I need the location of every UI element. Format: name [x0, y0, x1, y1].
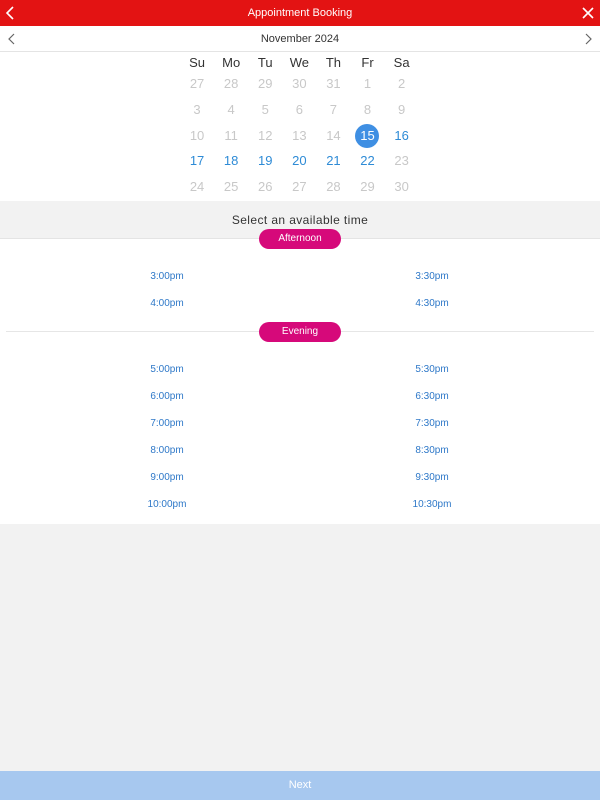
calendar-week: 17 18 19 20 21 22 23 [180, 151, 419, 171]
calendar-day: 23 [394, 153, 409, 168]
time-slot[interactable]: 5:30pm [392, 363, 472, 377]
close-icon[interactable] [580, 5, 596, 21]
time-slot[interactable]: 3:00pm [127, 270, 207, 284]
time-slot[interactable]: 6:30pm [392, 390, 472, 404]
calendar-day[interactable]: 16 [385, 126, 419, 146]
time-prompt: Select an available time [231, 213, 369, 227]
calendar-day: 30 [394, 179, 409, 194]
calendar-week: 27 28 29 30 31 1 2 [180, 74, 419, 94]
weekday-label: Tu [257, 55, 273, 70]
calendar-grid: Su Mo Tu We Th Fr Sa 27 28 29 30 31 1 2 3 4 5 6 7 8 9 10 11 12 1… [0, 52, 600, 201]
calendar-day: 31 [326, 76, 341, 91]
time-slot[interactable]: 6:00pm [127, 390, 207, 404]
weekday-label: We [289, 55, 309, 70]
weekday-label: Fr [361, 55, 374, 70]
calendar-day: 12 [258, 128, 273, 143]
time-slot[interactable]: 8:00pm [127, 444, 207, 458]
time-slot[interactable]: 7:00pm [127, 417, 207, 431]
calendar-day: 27 [292, 179, 307, 194]
time-slot[interactable]: 7:30pm [392, 417, 472, 431]
calendar-day: 25 [223, 179, 239, 194]
time-slot[interactable]: 8:30pm [392, 444, 472, 458]
weekday-label: Su [189, 55, 205, 70]
calendar-day: 24 [189, 179, 205, 194]
time-slots-panel: Afternoon 3:00pm 3:30pm 4:00pm 4:30pm Evening… [0, 229, 600, 524]
calendar-day: 10 [189, 128, 205, 143]
calendar-day: 28 [326, 179, 341, 194]
month-navigation: November 2024 [0, 26, 600, 52]
calendar-day: 14 [326, 128, 341, 143]
calendar-day: 28 [223, 76, 239, 91]
time-slot[interactable]: 4:00pm [127, 297, 207, 311]
calendar-day: 8 [363, 102, 372, 117]
section-pill-evening: Evening [259, 322, 341, 342]
calendar-day: 26 [258, 179, 273, 194]
calendar-day: 3 [193, 102, 201, 117]
calendar-day[interactable]: 18 [214, 151, 248, 171]
calendar-day-selected[interactable]: 15 [350, 124, 384, 148]
time-slot[interactable]: 4:30pm [392, 297, 472, 311]
calendar-week: 3 4 5 6 7 8 9 [180, 100, 419, 120]
calendar-day: 7 [329, 102, 338, 117]
weekday-label: Sa [393, 55, 410, 70]
time-slot[interactable]: 3:30pm [392, 270, 472, 284]
calendar-day: 4 [227, 102, 235, 117]
time-slot[interactable]: 10:00pm [127, 498, 207, 512]
calendar-day: 2 [397, 76, 406, 91]
weekday-header: Su Mo Tu We Th Fr Sa [180, 53, 419, 73]
calendar-day[interactable]: 19 [248, 151, 282, 171]
calendar-day: 5 [261, 102, 269, 117]
time-slot[interactable]: 10:30pm [392, 498, 472, 512]
calendar-day[interactable]: 17 [180, 151, 214, 171]
month-label: November 2024 [260, 33, 340, 45]
calendar-day: 13 [292, 128, 307, 143]
section-pill-afternoon: Afternoon [259, 229, 341, 249]
calendar-day: 9 [397, 102, 406, 117]
app-header: Appointment Booking [0, 0, 600, 26]
calendar-day[interactable]: 20 [282, 151, 316, 171]
calendar-day: 1 [363, 76, 372, 91]
weekday-label: Mo [222, 55, 241, 70]
calendar-day: 30 [292, 76, 307, 91]
time-slot[interactable]: 9:00pm [127, 471, 207, 485]
calendar-day: 29 [360, 179, 375, 194]
weekday-label: Th [325, 55, 341, 70]
calendar-day: 11 [224, 128, 238, 143]
chevron-right-icon[interactable] [580, 31, 596, 47]
calendar-day: 27 [189, 76, 205, 91]
next-button[interactable]: Next [0, 771, 600, 800]
calendar-day: 29 [258, 76, 273, 91]
calendar-day[interactable]: 22 [350, 151, 384, 171]
calendar-week: 24 25 26 27 28 29 30 [180, 177, 419, 197]
calendar-week: 10 11 12 13 14 15 16 [180, 124, 419, 148]
time-slot[interactable]: 9:30pm [392, 471, 472, 485]
calendar-day[interactable]: 21 [316, 151, 350, 171]
page-title: Appointment Booking [247, 7, 353, 19]
time-slot[interactable]: 5:00pm [127, 363, 207, 377]
calendar-day: 6 [295, 102, 303, 117]
